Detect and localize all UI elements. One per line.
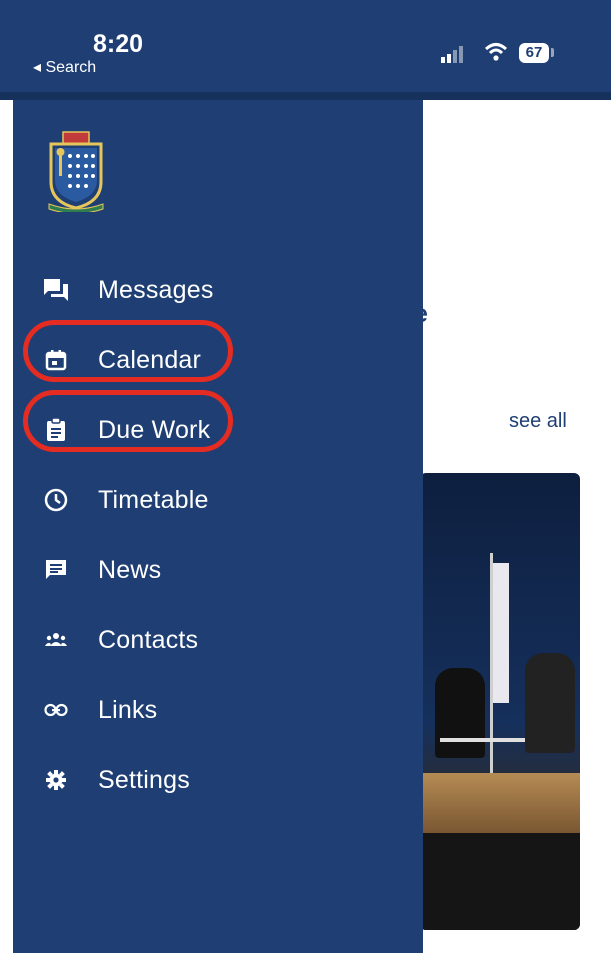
gear-icon: [41, 765, 71, 795]
menu-item-timetable[interactable]: Timetable: [13, 470, 423, 530]
menu-item-due-work[interactable]: Due Work: [13, 400, 423, 460]
battery-tip: [551, 48, 554, 57]
see-all-link[interactable]: see all: [509, 410, 567, 433]
link-icon: [41, 695, 71, 725]
menu-item-contacts[interactable]: Contacts: [13, 610, 423, 670]
menu-label: Links: [98, 695, 158, 724]
menu-label: Settings: [98, 765, 190, 794]
status-time: 8:20: [93, 30, 144, 58]
menu-label: Calendar: [98, 345, 202, 374]
navigation-drawer: Messages Calendar Due Work Timetable New…: [13, 100, 423, 963]
menu-label: Contacts: [98, 625, 199, 654]
status-bar: 8:20 ◂ Search 67: [0, 0, 611, 92]
wifi-icon: [484, 42, 508, 67]
stage-table: [440, 738, 525, 778]
menu-label: Due Work: [98, 415, 211, 444]
menu-label: Messages: [98, 275, 214, 304]
calendar-icon: [41, 345, 71, 375]
school-crest-logo: [48, 131, 104, 212]
news-icon: [41, 555, 71, 585]
clock-icon: [41, 485, 71, 515]
back-label: Search: [45, 59, 97, 76]
contacts-icon: [41, 625, 71, 655]
bottom-edge: [0, 953, 611, 963]
speaker-right: [525, 653, 575, 753]
menu-item-messages[interactable]: Messages: [13, 260, 423, 320]
stage-floor: [420, 773, 580, 833]
signal-icon: [441, 44, 469, 69]
menu-item-links[interactable]: Links: [13, 680, 423, 740]
menu-item-settings[interactable]: Settings: [13, 750, 423, 810]
clipboard-icon: [41, 415, 71, 445]
audience: [420, 833, 580, 930]
battery-indicator: 67: [519, 43, 549, 63]
flag: [493, 563, 509, 703]
menu-label: News: [98, 555, 162, 584]
news-photo[interactable]: [420, 473, 580, 930]
menu-item-calendar[interactable]: Calendar: [13, 330, 423, 390]
back-to-search-link[interactable]: ◂ Search: [33, 57, 96, 77]
menu-label: Timetable: [98, 485, 209, 514]
header-divider: [0, 92, 611, 100]
menu-item-news[interactable]: News: [13, 540, 423, 600]
messages-icon: [41, 275, 71, 305]
